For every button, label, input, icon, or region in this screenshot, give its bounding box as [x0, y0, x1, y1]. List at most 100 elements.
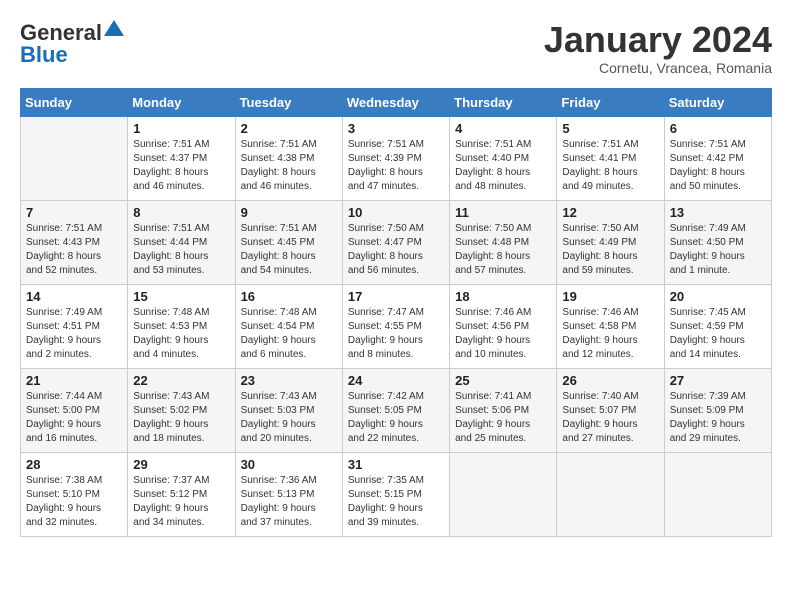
day-info: Sunrise: 7:38 AM Sunset: 5:10 PM Dayligh… — [26, 474, 122, 530]
day-info: Sunrise: 7:42 AM Sunset: 5:05 PM Dayligh… — [348, 390, 444, 446]
day-header-wednesday: Wednesday — [342, 88, 449, 116]
calendar-cell: 4Sunrise: 7:51 AM Sunset: 4:40 PM Daylig… — [450, 116, 557, 200]
day-number: 18 — [455, 289, 551, 304]
day-info: Sunrise: 7:49 AM Sunset: 4:51 PM Dayligh… — [26, 306, 122, 362]
day-number: 7 — [26, 205, 122, 220]
calendar-cell: 2 Sunrise: 7:51 AM Sunset: 4:38 PM Daylig… — [235, 116, 342, 200]
day-info: Sunrise: 7:50 AM Sunset: 4:48 PM Dayligh… — [455, 222, 551, 278]
day-number: 29 — [133, 457, 229, 472]
calendar-week-0: 1 Sunrise: 7:51 AM Sunset: 4:37 PM Daylig… — [21, 116, 772, 200]
day-number: 3 — [348, 121, 444, 136]
day-info: Sunrise: 7:51 AM Sunset: 4:37 PM Dayligh… — [133, 138, 229, 194]
day-number: 9 — [241, 205, 337, 220]
calendar-cell: 5Sunrise: 7:51 AM Sunset: 4:41 PM Daylig… — [557, 116, 664, 200]
day-number: 10 — [348, 205, 444, 220]
day-info: Sunrise: 7:45 AM Sunset: 4:59 PM Dayligh… — [670, 306, 766, 362]
day-number: 28 — [26, 457, 122, 472]
day-number: 25 — [455, 373, 551, 388]
calendar-week-2: 14 Sunrise: 7:49 AM Sunset: 4:51 PM Dayli… — [21, 284, 772, 368]
calendar-cell: 6Sunrise: 7:51 AM Sunset: 4:42 PM Daylig… — [664, 116, 771, 200]
day-number: 5 — [562, 121, 658, 136]
calendar-cell — [557, 452, 664, 536]
day-info: Sunrise: 7:51 AM Sunset: 4:43 PM Dayligh… — [26, 222, 122, 278]
day-number: 8 — [133, 205, 229, 220]
day-info: Sunrise: 7:46 AM Sunset: 4:58 PM Dayligh… — [562, 306, 658, 362]
logo: General Blue — [20, 20, 124, 68]
calendar-cell: 11 Sunrise: 7:50 AM Sunset: 4:48 PM Dayli… — [450, 200, 557, 284]
calendar-cell: 29Sunrise: 7:37 AM Sunset: 5:12 PM Dayli… — [128, 452, 235, 536]
day-number: 31 — [348, 457, 444, 472]
day-header-tuesday: Tuesday — [235, 88, 342, 116]
calendar-cell: 27Sunrise: 7:39 AM Sunset: 5:09 PM Dayli… — [664, 368, 771, 452]
day-info: Sunrise: 7:51 AM Sunset: 4:44 PM Dayligh… — [133, 222, 229, 278]
calendar-cell: 8 Sunrise: 7:51 AM Sunset: 4:44 PM Daylig… — [128, 200, 235, 284]
calendar-cell: 26 Sunrise: 7:40 AM Sunset: 5:07 PM Dayli… — [557, 368, 664, 452]
day-header-friday: Friday — [557, 88, 664, 116]
calendar-cell: 24Sunrise: 7:42 AM Sunset: 5:05 PM Dayli… — [342, 368, 449, 452]
day-info: Sunrise: 7:48 AM Sunset: 4:53 PM Dayligh… — [133, 306, 229, 362]
calendar-cell: 28 Sunrise: 7:38 AM Sunset: 5:10 PM Dayli… — [21, 452, 128, 536]
logo-blue: Blue — [20, 42, 68, 68]
location: Cornetu, Vrancea, Romania — [544, 60, 772, 76]
calendar-week-1: 7 Sunrise: 7:51 AM Sunset: 4:43 PM Daylig… — [21, 200, 772, 284]
day-number: 16 — [241, 289, 337, 304]
day-number: 22 — [133, 373, 229, 388]
calendar-week-3: 21Sunrise: 7:44 AM Sunset: 5:00 PM Dayli… — [21, 368, 772, 452]
calendar-table: SundayMondayTuesdayWednesdayThursdayFrid… — [20, 88, 772, 537]
calendar-cell: 9 Sunrise: 7:51 AM Sunset: 4:45 PM Daylig… — [235, 200, 342, 284]
calendar-cell: 20 Sunrise: 7:45 AM Sunset: 4:59 PM Dayli… — [664, 284, 771, 368]
day-info: Sunrise: 7:40 AM Sunset: 5:07 PM Dayligh… — [562, 390, 658, 446]
day-info: Sunrise: 7:50 AM Sunset: 4:49 PM Dayligh… — [562, 222, 658, 278]
calendar-week-4: 28 Sunrise: 7:38 AM Sunset: 5:10 PM Dayli… — [21, 452, 772, 536]
calendar-cell — [21, 116, 128, 200]
calendar-cell: 10 Sunrise: 7:50 AM Sunset: 4:47 PM Dayli… — [342, 200, 449, 284]
logo-icon — [104, 18, 124, 38]
day-number: 30 — [241, 457, 337, 472]
day-info: Sunrise: 7:43 AM Sunset: 5:02 PM Dayligh… — [133, 390, 229, 446]
day-info: Sunrise: 7:46 AM Sunset: 4:56 PM Dayligh… — [455, 306, 551, 362]
calendar-cell: 14 Sunrise: 7:49 AM Sunset: 4:51 PM Dayli… — [21, 284, 128, 368]
page-container: General Blue January 2024 Cornetu, Vranc… — [0, 0, 792, 612]
calendar-cell: 16Sunrise: 7:48 AM Sunset: 4:54 PM Dayli… — [235, 284, 342, 368]
day-number: 12 — [562, 205, 658, 220]
day-info: Sunrise: 7:44 AM Sunset: 5:00 PM Dayligh… — [26, 390, 122, 446]
day-info: Sunrise: 7:50 AM Sunset: 4:47 PM Dayligh… — [348, 222, 444, 278]
day-number: 4 — [455, 121, 551, 136]
calendar-body: 1 Sunrise: 7:51 AM Sunset: 4:37 PM Daylig… — [21, 116, 772, 536]
day-number: 19 — [562, 289, 658, 304]
calendar-cell — [450, 452, 557, 536]
day-info: Sunrise: 7:49 AM Sunset: 4:50 PM Dayligh… — [670, 222, 766, 278]
calendar-cell — [664, 452, 771, 536]
calendar-cell: 19 Sunrise: 7:46 AM Sunset: 4:58 PM Dayli… — [557, 284, 664, 368]
day-number: 14 — [26, 289, 122, 304]
day-header-saturday: Saturday — [664, 88, 771, 116]
calendar-cell: 18 Sunrise: 7:46 AM Sunset: 4:56 PM Dayli… — [450, 284, 557, 368]
day-info: Sunrise: 7:51 AM Sunset: 4:38 PM Dayligh… — [241, 138, 337, 194]
calendar-cell: 7 Sunrise: 7:51 AM Sunset: 4:43 PM Daylig… — [21, 200, 128, 284]
calendar-cell: 21Sunrise: 7:44 AM Sunset: 5:00 PM Dayli… — [21, 368, 128, 452]
day-number: 2 — [241, 121, 337, 136]
day-header-thursday: Thursday — [450, 88, 557, 116]
day-number: 20 — [670, 289, 766, 304]
day-number: 26 — [562, 373, 658, 388]
calendar-cell: 17 Sunrise: 7:47 AM Sunset: 4:55 PM Dayli… — [342, 284, 449, 368]
day-info: Sunrise: 7:35 AM Sunset: 5:15 PM Dayligh… — [348, 474, 444, 530]
day-number: 6 — [670, 121, 766, 136]
day-header-monday: Monday — [128, 88, 235, 116]
day-number: 23 — [241, 373, 337, 388]
day-info: Sunrise: 7:36 AM Sunset: 5:13 PM Dayligh… — [241, 474, 337, 530]
calendar-cell: 31 Sunrise: 7:35 AM Sunset: 5:15 PM Dayli… — [342, 452, 449, 536]
day-number: 11 — [455, 205, 551, 220]
calendar-cell: 23Sunrise: 7:43 AM Sunset: 5:03 PM Dayli… — [235, 368, 342, 452]
header: General Blue January 2024 Cornetu, Vranc… — [20, 20, 772, 76]
day-info: Sunrise: 7:51 AM Sunset: 4:45 PM Dayligh… — [241, 222, 337, 278]
day-number: 13 — [670, 205, 766, 220]
day-number: 17 — [348, 289, 444, 304]
day-info: Sunrise: 7:47 AM Sunset: 4:55 PM Dayligh… — [348, 306, 444, 362]
day-header-sunday: Sunday — [21, 88, 128, 116]
day-number: 1 — [133, 121, 229, 136]
calendar-cell: 30 Sunrise: 7:36 AM Sunset: 5:13 PM Dayli… — [235, 452, 342, 536]
day-number: 15 — [133, 289, 229, 304]
calendar-cell: 3Sunrise: 7:51 AM Sunset: 4:39 PM Daylig… — [342, 116, 449, 200]
calendar-header-row: SundayMondayTuesdayWednesdayThursdayFrid… — [21, 88, 772, 116]
